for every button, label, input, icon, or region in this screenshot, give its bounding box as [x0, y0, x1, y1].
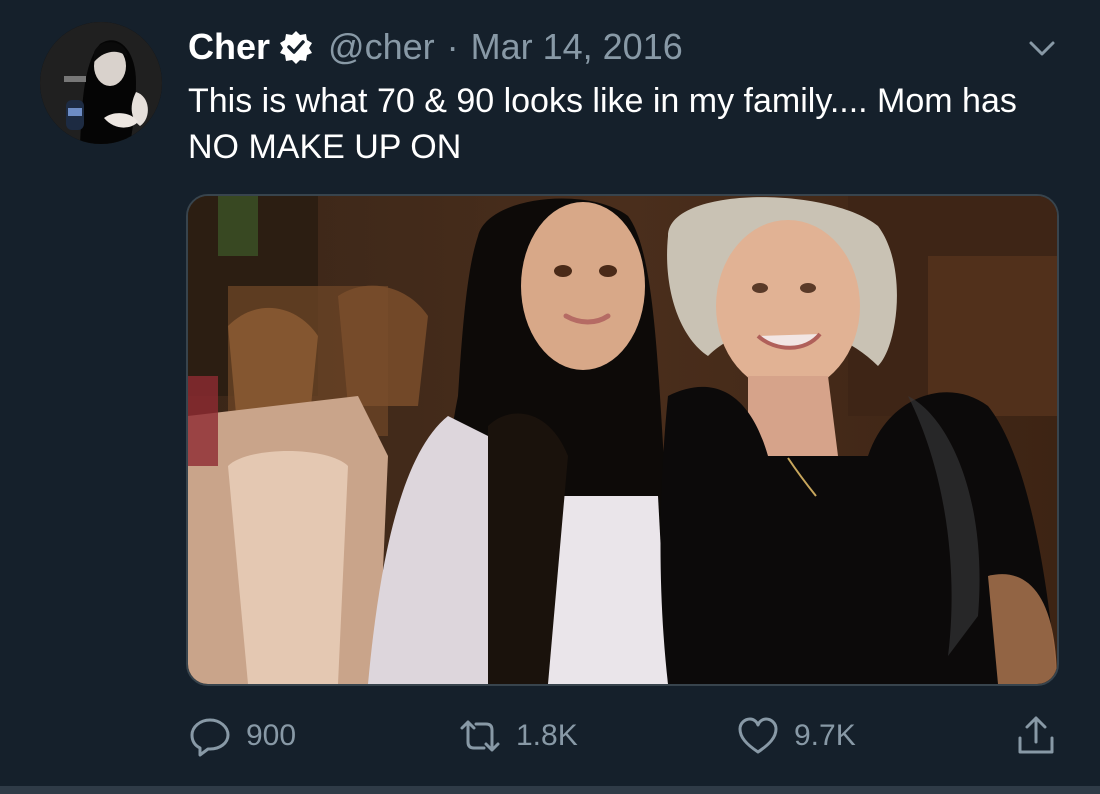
retweet-count: 1.8K	[516, 719, 578, 752]
user-handle[interactable]: @cher	[328, 26, 435, 68]
like-button[interactable]: 9.7K	[736, 708, 856, 764]
divider	[0, 786, 1100, 794]
chevron-down-icon[interactable]	[1024, 30, 1060, 66]
retweet-icon	[458, 714, 502, 758]
reply-icon	[188, 714, 232, 758]
avatar[interactable]	[40, 22, 162, 144]
display-name[interactable]: Cher	[188, 26, 270, 68]
tweet-actions: 900 1.8K 9.7K	[0, 708, 1100, 764]
retweet-button[interactable]: 1.8K	[458, 708, 578, 764]
tweet-header: Cher @cher · Mar 14, 2016	[188, 24, 683, 70]
verified-badge-icon	[278, 29, 314, 65]
photo-image	[188, 196, 1057, 684]
share-button[interactable]	[1014, 708, 1072, 764]
tweet-date[interactable]: Mar 14, 2016	[471, 26, 683, 68]
tweet-card[interactable]: Cher @cher · Mar 14, 2016 This is what 7…	[0, 0, 1100, 794]
tweet-photo[interactable]	[186, 194, 1059, 686]
heart-icon	[736, 714, 780, 758]
reply-count: 900	[246, 719, 297, 752]
header-separator: ·	[446, 26, 459, 67]
tweet-text: This is what 70 & 90 looks like in my fa…	[188, 82, 1017, 166]
avatar-photo	[40, 22, 162, 144]
like-count: 9.7K	[794, 719, 856, 752]
reply-button[interactable]: 900	[188, 708, 296, 764]
share-icon	[1014, 714, 1058, 758]
